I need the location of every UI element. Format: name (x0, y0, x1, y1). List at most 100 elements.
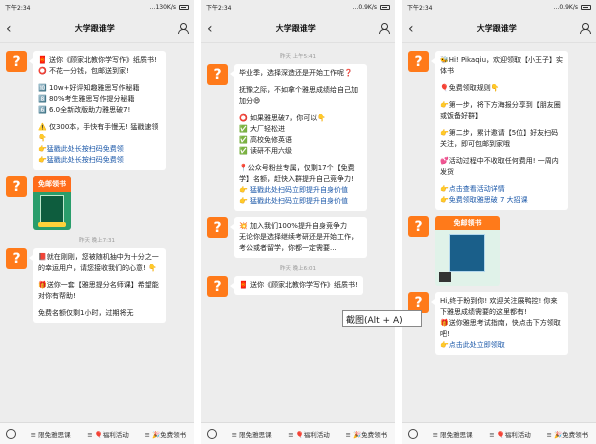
bottom-menu: ≡ 限免雅思课 ≡ 🎈福利活动 ≡ 🎉免费领书 (0, 422, 194, 444)
message-line: 毕业季，选择深造还是开始工作呢❓ (239, 69, 353, 77)
bot-avatar: ? (207, 276, 228, 297)
message-line: 抚豫之际，不如拿个雅思成绩给自己加加分😄 (239, 86, 358, 105)
message-line: 🔟 10w+好评知趣雅思写作秘籍 (38, 84, 140, 92)
message-line: 🎁送你一套【雅思提分名师课】希望能对你有帮助! (38, 281, 159, 300)
message-bubble: 📕就在刚刚，您被随机抽中为十分之一的幸运用户，请您接收我们的心意! 👇 🎁送你一套… (29, 248, 166, 323)
message-bubble: 🐝Hi! Pikaqiu，欢迎领取【小王子】实体书 🎈免费领取规则👇 👉第一步，将下… (431, 51, 568, 210)
network-speed: ...130K/s (149, 4, 176, 11)
message-list: ? 🧧 送你《顾家北教你学写作》纸质书! ⭕ 不花一分钱，包邮送到家! 🔟 10w+好… (0, 43, 194, 323)
profile-icon[interactable] (177, 23, 189, 34)
poster-title: 免邮领书 (33, 176, 71, 192)
message-line: ✅ 读研不用六级 (239, 147, 292, 155)
message-line: 💥 加入我们100%提升自身竞争力 (239, 222, 347, 230)
message-item: ? 💥 加入我们100%提升自身竞争力 无论你是选择继续考研还是开始工作，考公或者留… (201, 217, 395, 258)
message-line: 👉第一步，将下方海报分享到【朋友圈或饭备好群】 (440, 101, 561, 120)
nav-bar: ‹ 大学跟谁学 (402, 15, 596, 43)
network-speed: ...0.9K/s (352, 4, 377, 11)
message-item: ? Hi,终于盼到你! 欢迎关注展鸭控! 你来下雅思成绩需要的这里都有! 🎁送你雅思… (402, 292, 596, 355)
message-line: 无论你是选择继续考研还是开始工作，考公或者留学，你都一定需要... (239, 233, 358, 252)
keyboard-toggle-icon[interactable] (0, 428, 22, 439)
status-time: 下午2:34 (206, 5, 232, 12)
message-bubble: 💥 加入我们100%提升自身竞争力无论你是选择继续考研还是开始工作，考公或者留学… (230, 217, 367, 258)
message-item: ? 📕就在刚刚，您被随机抽中为十分之一的幸运用户，请您接收我们的心意! 👇 🎁送你一… (0, 248, 194, 323)
message-link[interactable]: 👉免费领取雅思破 7 大招课 (440, 195, 563, 206)
menu-item-2[interactable]: ≡ 🎈福利活动 (280, 429, 337, 439)
back-arrow-icon[interactable]: ‹ (6, 22, 12, 36)
profile-icon[interactable] (378, 23, 390, 34)
message-list: 昨天 上午5:41? 毕业季，选择深造还是开始工作呢❓ 抚豫之际，不如拿个雅思成绩给… (201, 43, 395, 297)
message-link[interactable]: 👉猛戳此处长按扫码免费领 (38, 155, 161, 166)
message-line: 💕活动过程中不收取任何费用! 一周内发货 (440, 157, 559, 176)
message-line: ⚠️ 仅300本，手快有手慢无! 猛戳速领👇 (38, 123, 159, 142)
menu-item-1[interactable]: ≡ 限免雅思课 (22, 429, 79, 439)
menu-item-3[interactable]: ≡ 🎉免费领书 (137, 429, 194, 439)
bot-avatar: ? (207, 64, 228, 85)
message-item: ? 🧧 送你《顾家北教你学写作》纸质书! ⭕ 不花一分钱，包邮送到家! 🔟 10w+好… (0, 51, 194, 170)
battery-icon (581, 5, 591, 10)
nav-bar: ‹ 大学跟谁学 (201, 15, 395, 43)
profile-icon[interactable] (579, 23, 591, 34)
message-timestamp: 昨天 上午5:41 (279, 54, 317, 60)
back-arrow-icon[interactable]: ‹ (408, 22, 414, 36)
message-line: 🧧 送你《顾家北教你学写作》纸质书! (38, 56, 157, 64)
message-bubble: 🧧 送你《顾家北教你学写作》纸质书! ⭕ 不花一分钱，包邮送到家! 🔟 10w+好评… (29, 51, 166, 170)
message-line: 🎈免费领取规则👇 (440, 84, 500, 92)
bot-avatar: ? (6, 176, 27, 197)
message-item: ? 🐝Hi! Pikaqiu，欢迎领取【小王子】实体书 🎈免费领取规则👇 👉第一步，将… (402, 51, 596, 210)
book-cover (40, 195, 64, 223)
menu-item-3[interactable]: ≡ 🎉免费领书 (338, 429, 395, 439)
book-poster-image[interactable]: 免邮领书 (435, 216, 500, 286)
status-time: 下午2:34 (5, 5, 31, 12)
status-bar: 下午2:34 ...130K/s (0, 0, 194, 15)
message-line: 🧧 送你《顾家北教你学写作》纸质书! (239, 281, 358, 289)
message-item: ? 🧧 送你《顾家北教你学写作》纸质书! (201, 276, 395, 297)
menu-item-2[interactable]: ≡ 🎈福利活动 (481, 429, 538, 439)
status-time: 下午2:34 (407, 5, 433, 12)
message-item: ? 免邮领书 (402, 216, 596, 286)
book-poster-image[interactable]: 免邮领书 (33, 176, 71, 230)
message-line: Hi,终于盼到你! 欢迎关注展鸭控! 你来下雅思成绩需要的这里都有! (440, 297, 558, 316)
chat-panel-1: 下午2:34 ...130K/s ‹ 大学跟谁学? 🧧 送你《顾家北教你学写作》纸质书!… (0, 0, 194, 444)
message-link[interactable]: 👉猛戳此处长按扫码免费领 (38, 144, 161, 155)
message-line: 8️⃣ 80%考生雅思写作提分秘籍 (38, 95, 135, 103)
bottom-menu: ≡ 限免雅思课 ≡ 🎈福利活动 ≡ 🎉免费领书 (402, 422, 596, 444)
menu-item-1[interactable]: ≡ 限免雅思课 (424, 429, 481, 439)
back-arrow-icon[interactable]: ‹ (207, 22, 213, 36)
message-line: ⭕ 如果雅思破7，你可以👇 (239, 114, 327, 122)
status-bar: 下午2:34 ...0.9K/s (201, 0, 395, 15)
bot-avatar: ? (6, 248, 27, 269)
message-item: ? 毕业季，选择深造还是开始工作呢❓ 抚豫之际，不如拿个雅思成绩给自己加加分😄 ⭕ 如… (201, 64, 395, 211)
network-speed: ...0.9K/s (553, 4, 578, 11)
chat-panel-2: 下午2:34 ...0.9K/s ‹ 大学跟谁学 昨天 上午5:41? 毕业季，选择深造还… (201, 0, 395, 444)
chat-title: 大学跟谁学 (476, 24, 517, 33)
message-line: 6️⃣ 6.0全新改版助力雅思破7! (38, 106, 131, 114)
chat-title: 大学跟谁学 (74, 24, 115, 33)
status-bar: 下午2:34 ...0.9K/s (402, 0, 596, 15)
screenshot-tooltip: 截图(Alt + A) (342, 310, 422, 327)
message-line: 📕就在刚刚，您被随机抽中为十分之一的幸运用户，请您接收我们的心意! 👇 (38, 253, 159, 272)
book-cover (449, 234, 485, 272)
chat-panel-3: 下午2:34 ...0.9K/s ‹ 大学跟谁学? 🐝Hi! Pikaqiu，欢迎领取【… (402, 0, 596, 444)
bottom-menu: ≡ 限免雅思课 ≡ 🎈福利活动 ≡ 🎉免费领书 (201, 422, 395, 444)
message-list: ? 🐝Hi! Pikaqiu，欢迎领取【小王子】实体书 🎈免费领取规则👇 👉第一步，将… (402, 43, 596, 355)
menu-item-3[interactable]: ≡ 🎉免费领书 (539, 429, 596, 439)
message-link[interactable]: 👉 猛戳此处扫码立即提升自身价值 (239, 196, 362, 207)
qr-code-icon (439, 272, 451, 282)
message-line: ✅ 大厂轻松进 (239, 125, 285, 133)
message-timestamp: 昨天 晚上7:31 (78, 238, 116, 244)
message-bubble: 🧧 送你《顾家北教你学写作》纸质书! (230, 276, 363, 295)
message-link[interactable]: 👉点击查看活动详情 (440, 184, 563, 195)
message-line: 👉第二步，累计邀请【5位】好友扫码关注，即可包邮到家哦 (440, 129, 559, 148)
keyboard-toggle-icon[interactable] (402, 428, 424, 439)
message-link[interactable]: 👉 猛戳此处扫码立即提升自身价值 (239, 185, 362, 196)
chat-title: 大学跟谁学 (275, 24, 316, 33)
message-timestamp: 昨天 晚上6:01 (279, 266, 317, 272)
bot-avatar: ? (408, 51, 429, 72)
menu-item-1[interactable]: ≡ 限免雅思课 (223, 429, 280, 439)
battery-icon (179, 5, 189, 10)
menu-item-2[interactable]: ≡ 🎈福利活动 (79, 429, 136, 439)
keyboard-toggle-icon[interactable] (201, 428, 223, 439)
bot-avatar: ? (408, 216, 429, 237)
message-link[interactable]: 👉点击此处立即领取 (440, 340, 563, 351)
nav-bar: ‹ 大学跟谁学 (0, 15, 194, 43)
